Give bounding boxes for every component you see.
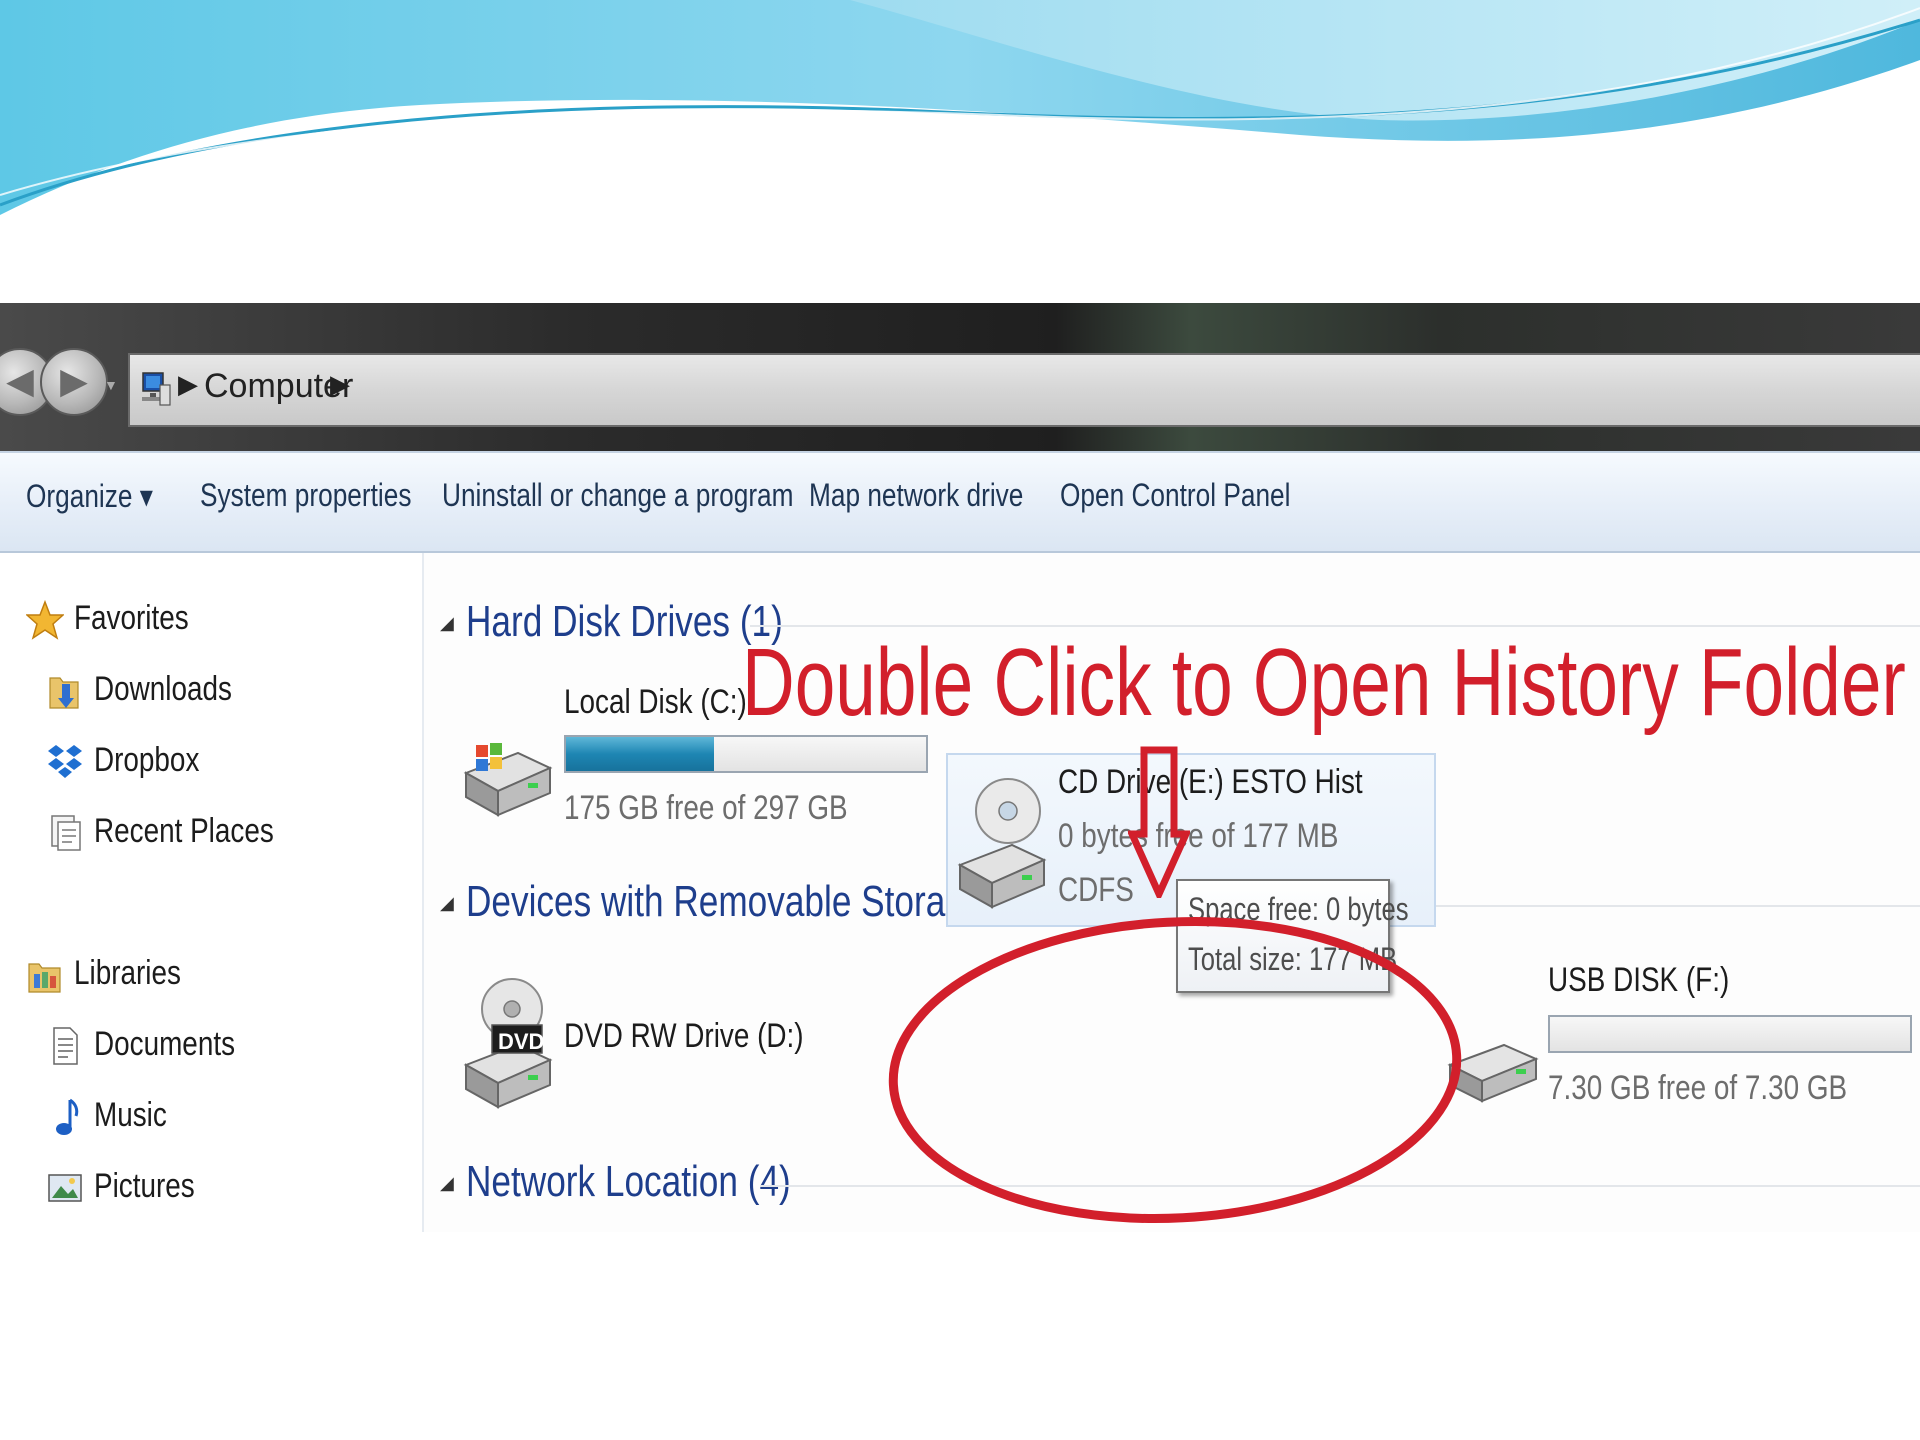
group-divider bbox=[750, 625, 1920, 627]
sidebar-item-label: Libraries bbox=[74, 954, 181, 992]
forward-button[interactable]: ▶ bbox=[40, 348, 108, 416]
system-properties-button[interactable]: System properties bbox=[200, 477, 411, 514]
sidebar-item-label: Music bbox=[94, 1096, 167, 1134]
forward-arrow-icon: ▶ bbox=[60, 360, 88, 401]
map-network-drive-button[interactable]: Map network drive bbox=[809, 477, 1023, 514]
annotation-text: Double Click to Open History Folder bbox=[742, 629, 1906, 736]
back-arrow-icon: ◀ bbox=[6, 360, 34, 401]
sidebar-item-label: Downloads bbox=[94, 670, 232, 708]
slide-header-wave bbox=[0, 0, 1920, 215]
group-title: Hard Disk Drives (1) bbox=[466, 597, 783, 646]
highlight-circle bbox=[888, 916, 1462, 1224]
pictures-icon bbox=[48, 1174, 82, 1202]
recent-places-icon bbox=[51, 815, 81, 851]
dvd-badge: DVD bbox=[498, 1029, 545, 1054]
organize-button[interactable]: Organize ▾ bbox=[26, 477, 153, 515]
sidebar-item-label: Recent Places bbox=[94, 812, 274, 850]
drive-name: CD Drive (E:) ESTO Hist bbox=[1058, 763, 1363, 801]
command-toolbar: Organize ▾ System properties Uninstall o… bbox=[0, 451, 1920, 553]
breadcrumb-arrow-icon[interactable]: ▶ bbox=[178, 369, 198, 400]
collapse-triangle-icon[interactable]: ◢ bbox=[440, 613, 454, 634]
address-bar[interactable]: ▶ Computer ▶ bbox=[128, 353, 1920, 427]
computer-icon bbox=[142, 372, 171, 406]
drive-free-space: 175 GB free of 297 GB bbox=[564, 789, 848, 827]
uninstall-program-button[interactable]: Uninstall or change a program bbox=[442, 477, 794, 514]
downloads-folder-icon bbox=[49, 677, 79, 709]
drive-name: Local Disk (C:) bbox=[564, 683, 747, 721]
dropbox-icon bbox=[48, 745, 82, 778]
sidebar-item-label: Documents bbox=[94, 1025, 236, 1063]
sidebar-item-label: Pictures bbox=[94, 1167, 195, 1205]
drive-free-space: 0 bytes free of 177 MB bbox=[1058, 817, 1339, 855]
star-icon bbox=[26, 599, 64, 640]
music-icon bbox=[56, 1098, 79, 1135]
recent-pages-dropdown[interactable]: ▼ bbox=[104, 377, 118, 393]
collapse-triangle-icon[interactable]: ◢ bbox=[440, 1173, 454, 1194]
drive-free-space: 7.30 GB free of 7.30 GB bbox=[1548, 1069, 1848, 1107]
sidebar-item-label: Dropbox bbox=[94, 741, 200, 779]
chevron-down-icon: ▼ bbox=[104, 377, 118, 393]
open-control-panel-button[interactable]: Open Control Panel bbox=[1060, 477, 1290, 514]
down-arrow-icon bbox=[1128, 746, 1190, 898]
capacity-bar bbox=[564, 735, 928, 773]
navigation-pane: Favorites Downloads Dropbox Recent Place… bbox=[0, 553, 424, 1232]
drive-name: DVD RW Drive (D:) bbox=[564, 1017, 804, 1055]
capacity-bar-fill bbox=[566, 737, 714, 771]
libraries-icon bbox=[28, 963, 61, 993]
cd-drive-icon bbox=[957, 778, 1047, 909]
drive-name: USB DISK (F:) bbox=[1548, 961, 1730, 999]
documents-icon bbox=[53, 1027, 78, 1065]
hard-drive-icon bbox=[463, 743, 553, 817]
breadcrumb-arrow-icon[interactable]: ▶ bbox=[330, 369, 350, 400]
capacity-bar bbox=[1548, 1015, 1912, 1053]
sidebar-item-label: Favorites bbox=[74, 599, 189, 637]
title-bar: ◀ ▶ ▼ ▶ Computer ▶ bbox=[0, 303, 1920, 451]
collapse-triangle-icon[interactable]: ◢ bbox=[440, 893, 454, 914]
group-title: Network Location (4) bbox=[466, 1157, 791, 1206]
